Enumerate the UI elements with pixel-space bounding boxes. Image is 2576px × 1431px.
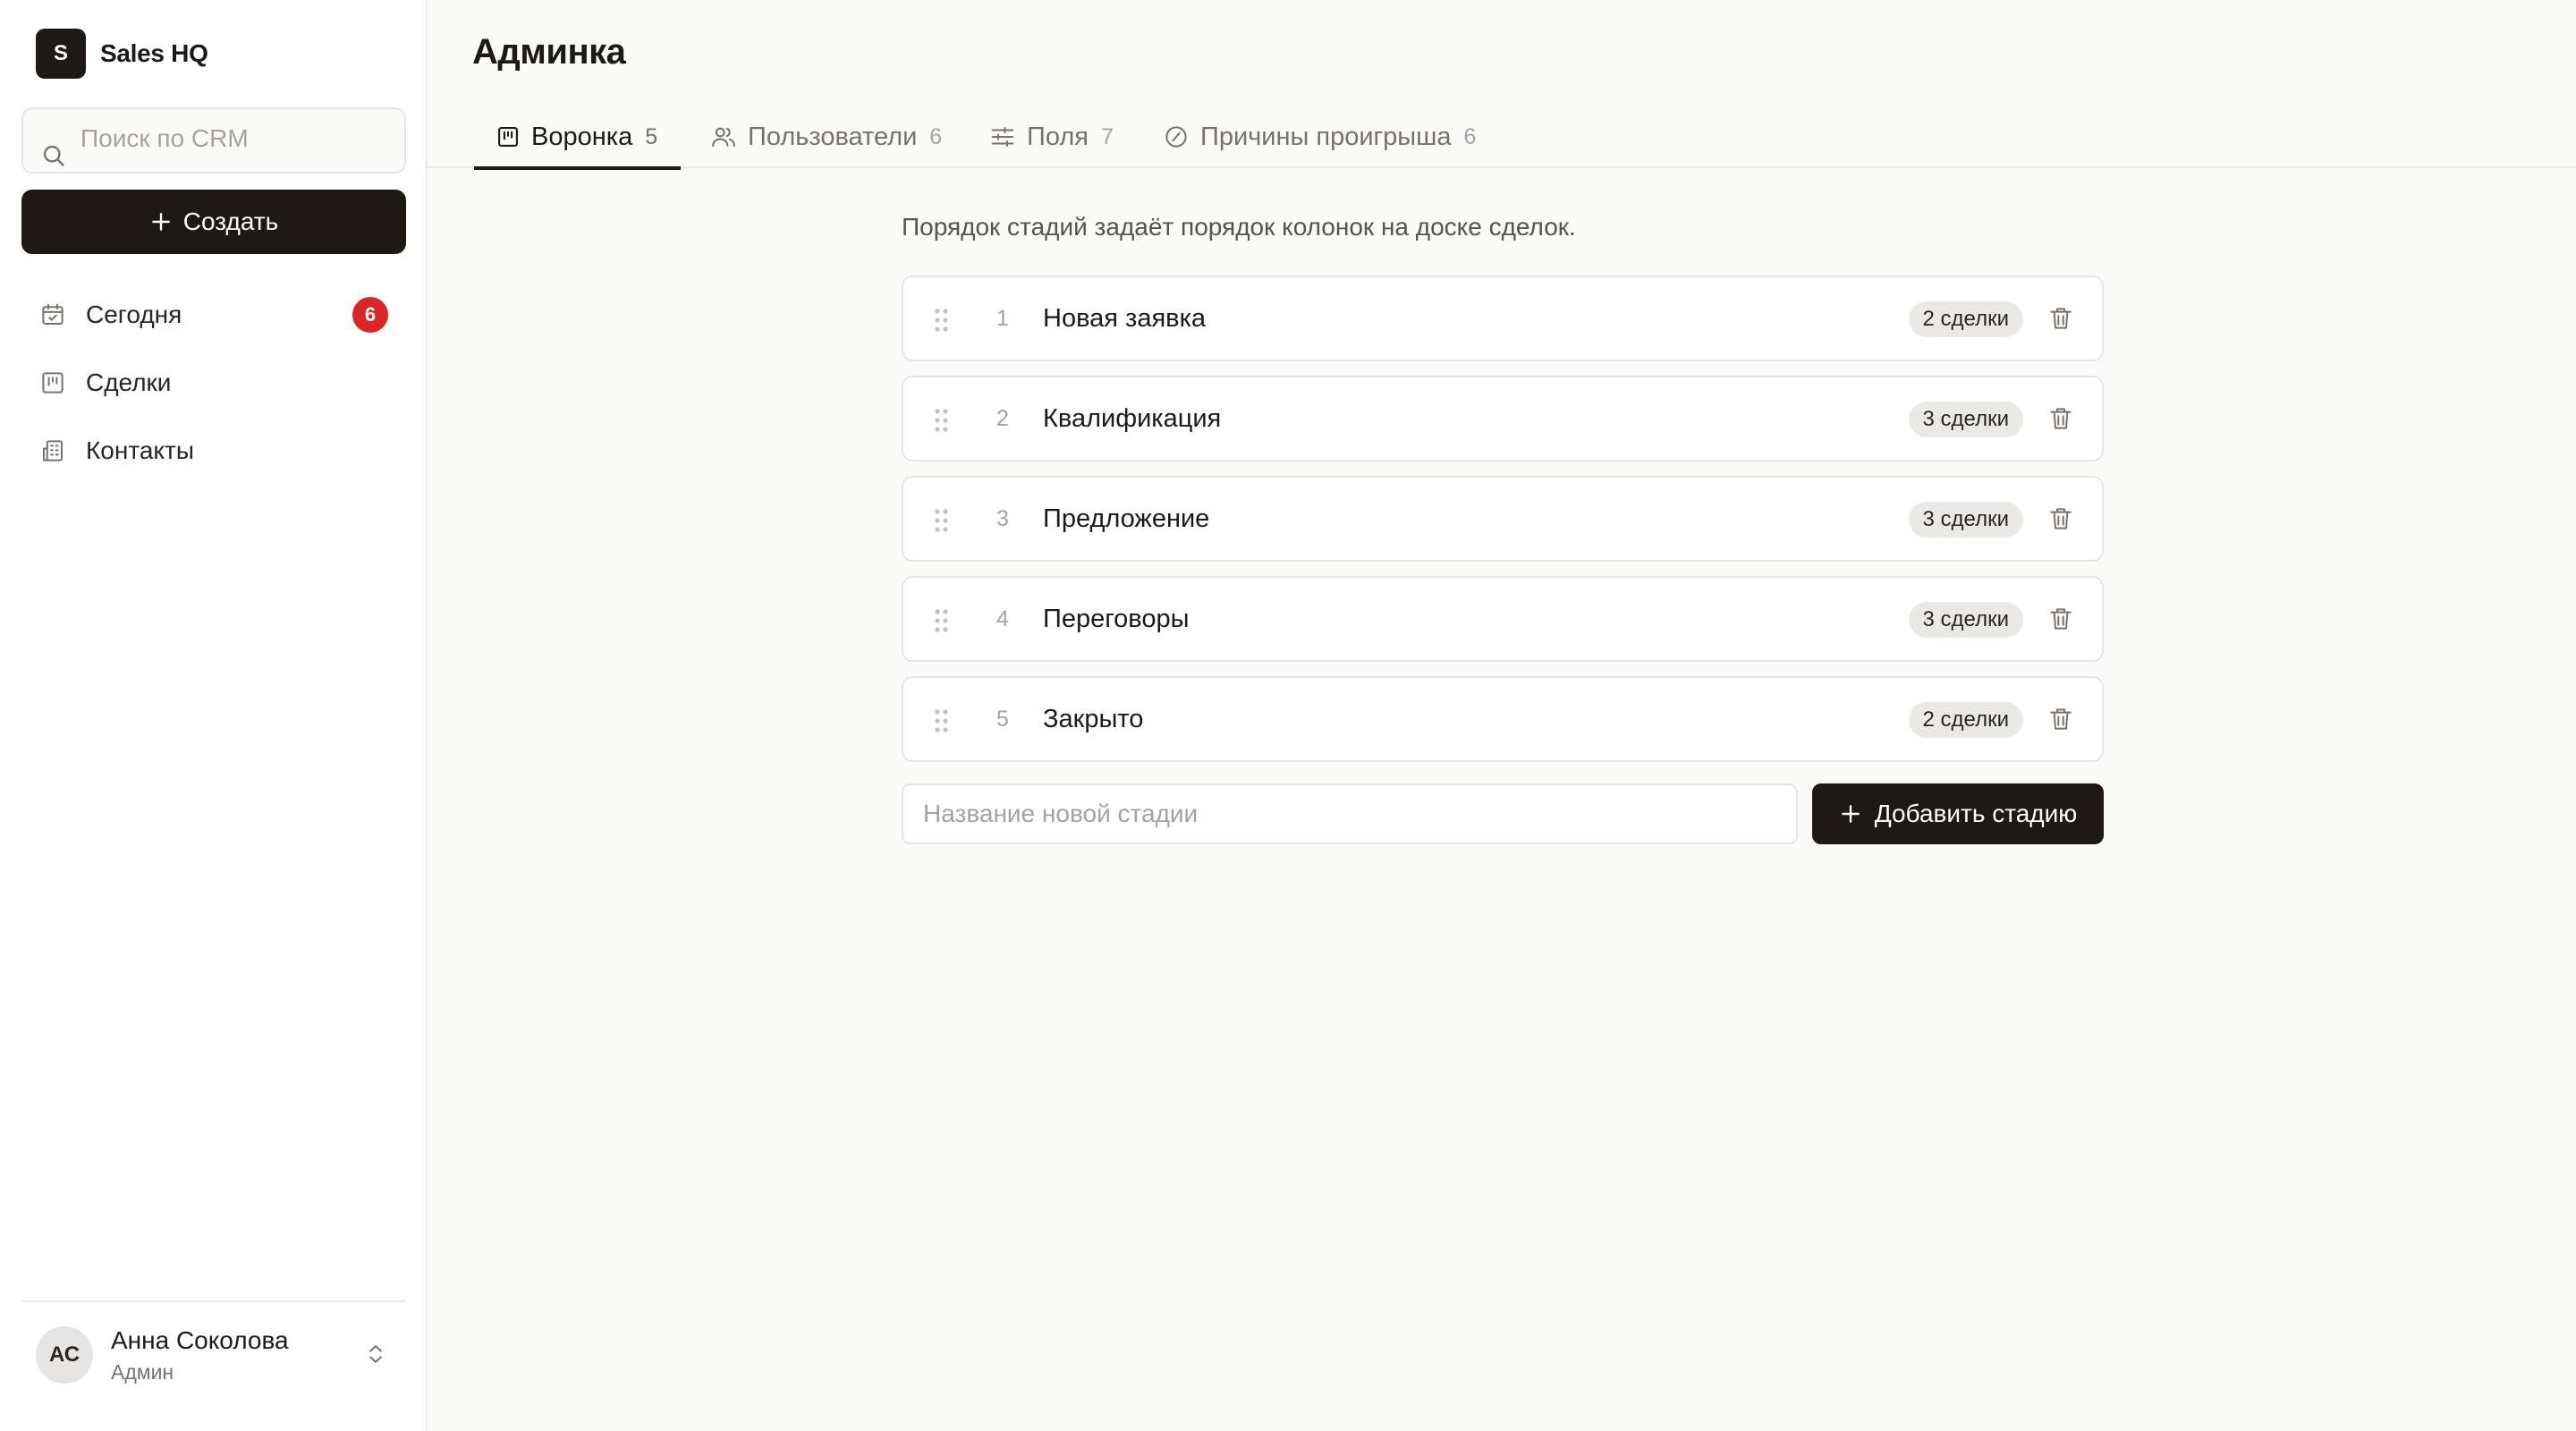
user-name: Анна Соколова xyxy=(111,1325,289,1354)
search-input[interactable] xyxy=(80,116,394,161)
stage-name[interactable]: Переговоры xyxy=(1043,578,1189,660)
tab-loss-reasons[interactable]: Причины проигрыша 6 xyxy=(1163,106,1476,168)
stage-row: 1 Новая заявка 2 сделки xyxy=(902,275,2104,361)
deals-count-badge: 3 сделки xyxy=(1908,502,2023,538)
sidebar: S Sales HQ Создать Сегодня 6 Сделки Конт xyxy=(0,0,428,1431)
app: S Sales HQ Создать Сегодня 6 Сделки Конт xyxy=(0,0,2576,1431)
search-icon xyxy=(43,145,64,166)
tab-bar: Воронка 5 Пользователи 6 Поля 7 Причины … xyxy=(428,106,2576,170)
stage-name[interactable]: Новая заявка xyxy=(1043,277,1206,360)
sidebar-item-label: Сегодня xyxy=(86,301,182,328)
tab-count: 7 xyxy=(1100,123,1114,149)
circle-slash-icon xyxy=(1165,126,1187,148)
stage-row: 2 Квалификация 3 сделки xyxy=(902,376,2104,461)
kanban-icon xyxy=(498,127,518,147)
avatar: АС xyxy=(36,1326,93,1384)
deals-count-badge: 2 сделки xyxy=(1908,301,2023,337)
tab-count: 6 xyxy=(929,123,943,149)
drag-handle-icon[interactable] xyxy=(934,708,950,733)
tab-label: Воронка xyxy=(531,122,633,151)
stage-number: 1 xyxy=(996,306,1009,331)
plus-icon xyxy=(151,213,170,231)
stage-name[interactable]: Предложение xyxy=(1043,478,1209,560)
stage-name[interactable]: Квалификация xyxy=(1043,377,1221,460)
trash-icon[interactable] xyxy=(2046,304,2075,333)
kanban-icon xyxy=(42,372,64,394)
building-icon xyxy=(43,440,63,461)
tab-label: Причины проигрыша xyxy=(1200,122,1452,151)
tab-count: 6 xyxy=(1463,123,1477,149)
chevrons-up-down-icon[interactable] xyxy=(363,1342,388,1367)
stage-number: 5 xyxy=(996,707,1009,732)
sidebar-nav: Сегодня 6 Сделки Контакты xyxy=(21,281,406,485)
sliders-icon xyxy=(991,127,1014,147)
user-menu[interactable]: АС Анна Соколова Админ xyxy=(21,1300,406,1408)
sidebar-item-contacts[interactable]: Контакты xyxy=(21,417,406,485)
sidebar-item-today[interactable]: Сегодня 6 xyxy=(21,281,406,349)
drag-handle-icon[interactable] xyxy=(934,308,950,333)
deals-count-badge: 3 сделки xyxy=(1908,602,2023,638)
tab-label: Поля xyxy=(1027,122,1089,151)
new-stage-field[interactable] xyxy=(902,783,1798,844)
trash-icon[interactable] xyxy=(2046,605,2075,633)
user-role: Админ xyxy=(111,1359,174,1384)
stage-number: 2 xyxy=(996,406,1009,431)
brand-name: Sales HQ xyxy=(100,39,208,67)
create-button[interactable]: Создать xyxy=(21,190,406,254)
new-stage-input[interactable] xyxy=(903,785,1796,843)
pipeline-description: Порядок стадий задаёт порядок колонок на… xyxy=(902,213,1576,241)
stage-name[interactable]: Закрыто xyxy=(1043,678,1143,760)
page-title: Админка xyxy=(472,32,626,72)
drag-handle-icon[interactable] xyxy=(934,408,950,433)
tab-count: 5 xyxy=(645,123,658,149)
deals-count-badge: 2 сделки xyxy=(1908,702,2023,738)
notification-badge: 6 xyxy=(352,297,388,333)
drag-handle-icon[interactable] xyxy=(934,608,950,633)
trash-icon[interactable] xyxy=(2046,504,2075,533)
stage-list: 1 Новая заявка 2 сделки 2 Квалификация 3… xyxy=(902,275,2104,776)
plus-icon xyxy=(1841,805,1860,823)
add-stage-button[interactable]: Добавить стадию xyxy=(1812,783,2104,844)
trash-icon[interactable] xyxy=(2046,404,2075,433)
stage-row: 5 Закрыто 2 сделки xyxy=(902,676,2104,762)
deals-count-badge: 3 сделки xyxy=(1908,402,2023,437)
tab-users[interactable]: Пользователи 6 xyxy=(710,106,942,168)
calendar-check-icon xyxy=(42,303,64,325)
tab-fields[interactable]: Поля 7 xyxy=(989,106,1114,168)
tab-label: Пользователи xyxy=(748,122,918,151)
sidebar-item-deals[interactable]: Сделки xyxy=(21,349,406,417)
drag-handle-icon[interactable] xyxy=(934,508,950,533)
sidebar-item-label: Сделки xyxy=(86,368,172,396)
stage-number: 3 xyxy=(996,506,1009,531)
users-icon xyxy=(712,127,735,147)
sidebar-item-label: Контакты xyxy=(86,436,194,464)
brand[interactable]: S Sales HQ xyxy=(36,29,208,79)
stage-number: 4 xyxy=(996,606,1009,631)
trash-icon[interactable] xyxy=(2046,705,2075,733)
stage-row: 3 Предложение 3 сделки xyxy=(902,476,2104,562)
stage-row: 4 Переговоры 3 сделки xyxy=(902,576,2104,662)
add-stage-button-label: Добавить стадию xyxy=(1874,800,2078,827)
tab-pipeline[interactable]: Воронка 5 xyxy=(473,106,682,170)
user-info: Анна Соколова Админ xyxy=(111,1326,289,1384)
brand-logo: S xyxy=(36,29,86,79)
create-button-label: Создать xyxy=(182,207,279,235)
search-box[interactable] xyxy=(21,107,406,174)
